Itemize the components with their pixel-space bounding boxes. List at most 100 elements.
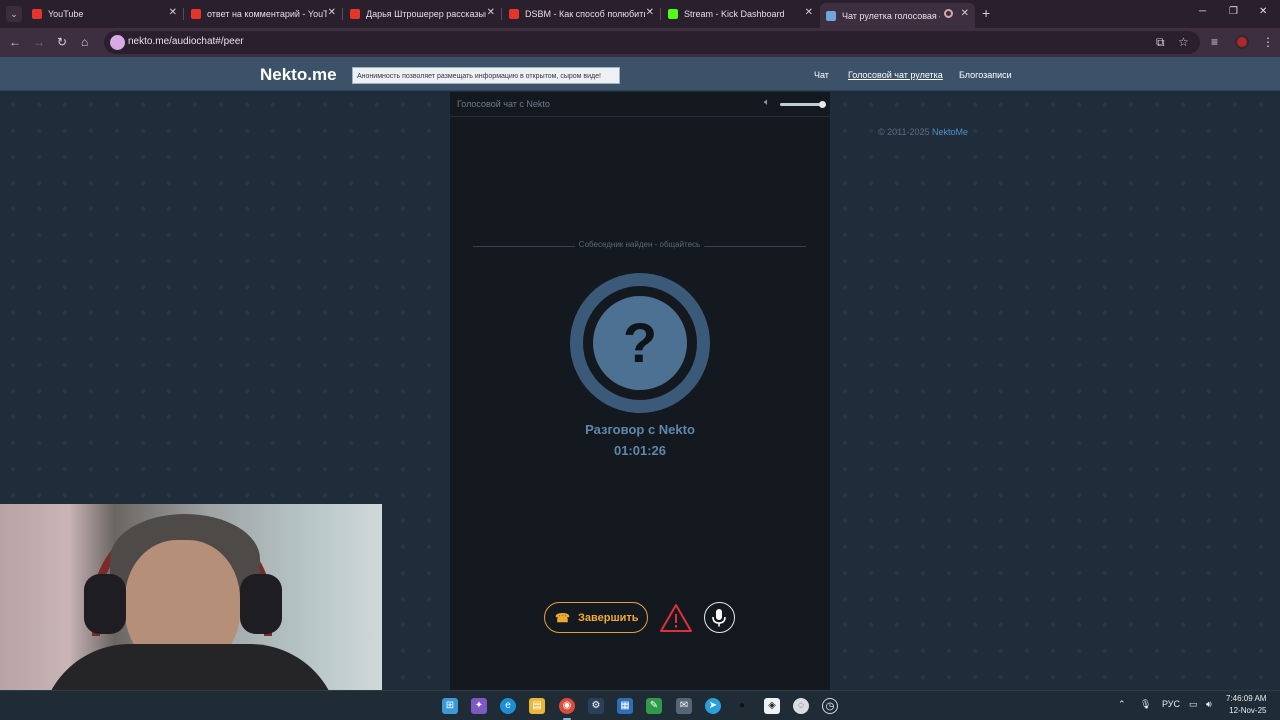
tab-title: Чат рулетка голосовая — N (842, 10, 940, 21)
tab-divider (342, 8, 343, 20)
panel-header: Голосовой чат с Nekto 🔈︎ (450, 92, 830, 117)
close-window-icon[interactable]: ✕ (1259, 6, 1267, 17)
status-divider: Собеседник найден - общайтесь (473, 240, 806, 252)
windows-taskbar: ⊞ ✦ e ▤ ◉ ⚙ ▦ ✎ ✉ ➤ ● ◈ ◌ ◷ ⌃ 🎙︎ РУС ▭ 🔊… (0, 690, 1280, 720)
youtube-icon (350, 9, 360, 19)
tab-youtube[interactable]: YouTube ✕ (32, 4, 177, 24)
url-text: nekto.me/audiochat#/peer (128, 36, 244, 47)
report-button[interactable] (659, 603, 693, 633)
minimize-icon[interactable]: ─ (1199, 6, 1206, 17)
recording-icon (944, 9, 953, 18)
close-tab-icon[interactable]: ✕ (961, 8, 969, 19)
mic-toggle-button[interactable] (704, 602, 735, 633)
tab-divider (501, 8, 502, 20)
close-tab-icon[interactable]: ✕ (646, 7, 654, 18)
chrome-icon[interactable]: ◉ (559, 698, 575, 720)
clock-date: 12-Nov-25 (1229, 706, 1267, 715)
webcam-overlay (0, 504, 382, 720)
clock-app-icon[interactable]: ◷ (822, 698, 838, 714)
tab-reply-comment[interactable]: ответ на комментарий - YouTube ✕ (191, 4, 336, 24)
install-app-icon[interactable]: ⧉ (1156, 35, 1165, 50)
notepad-icon[interactable]: ✎ (646, 698, 662, 714)
browser-toolbar: ← → ↻ ⌂ nekto.me/audiochat#/peer ⧉ ☆ ≡ ⋮ (0, 28, 1280, 57)
steam-icon[interactable]: ⚙ (588, 698, 604, 714)
tab-title: ответ на комментарий - YouTube (207, 9, 327, 19)
site-logo[interactable]: Nekto.me (260, 65, 337, 85)
anonymity-notice: Анонимность позволяет размещать информац… (352, 67, 620, 84)
store-icon[interactable]: ▦ (617, 698, 633, 714)
home-icon[interactable]: ⌂ (81, 35, 88, 49)
bookmark-star-icon[interactable]: ☆ (1178, 35, 1189, 49)
tab-title: YouTube (48, 9, 84, 19)
nav-voice-roulette[interactable]: Голосовой чат рулетка (848, 70, 943, 80)
tab-search-icon[interactable]: ⌄ (6, 6, 22, 22)
system-clock[interactable]: 7:46:09 AM 12-Nov-25 (1226, 693, 1266, 717)
nav-blog[interactable]: Блогозаписи (959, 70, 1012, 80)
start-icon[interactable]: ⊞ (442, 698, 458, 714)
profile-avatar[interactable] (1235, 35, 1249, 49)
copyright-link[interactable]: NektoMe (932, 127, 968, 137)
new-tab-icon[interactable]: + (982, 5, 990, 21)
peer-avatar: ? (570, 273, 710, 413)
headphone-right (240, 574, 282, 634)
hang-up-icon: ☎ (555, 611, 570, 625)
headphone-left (84, 574, 126, 634)
tray-mic-icon[interactable]: 🎙︎ (1140, 699, 1151, 710)
language-indicator[interactable]: РУС (1162, 699, 1180, 709)
telegram-icon[interactable]: ➤ (705, 698, 721, 714)
site-info-icon[interactable] (110, 35, 125, 50)
address-bar[interactable]: nekto.me/audiochat#/peer ⧉ ☆ (104, 31, 1200, 54)
tab-divider (183, 8, 184, 20)
connection-status: Собеседник найден - общайтесь (574, 240, 705, 249)
close-tab-icon[interactable]: ✕ (169, 7, 177, 18)
mic-app-icon[interactable]: ● (734, 698, 750, 714)
menu-icon[interactable]: ⋮ (1262, 35, 1274, 49)
avatar-ring: ? (583, 286, 697, 400)
network-icon[interactable]: ▭ (1189, 699, 1198, 710)
reload-icon[interactable]: ↻ (57, 35, 67, 49)
kick-icon (668, 9, 678, 19)
volume-fill (780, 103, 822, 106)
file-explorer-icon[interactable]: ▤ (529, 698, 545, 714)
copilot-icon[interactable]: ✦ (471, 698, 487, 714)
conversation-label: Разговор с Nekto (585, 422, 695, 437)
tab-dsbm[interactable]: DSBM - Как способ полюбить ✕ (509, 4, 654, 24)
copyright-years: © 2011-2025 (878, 127, 930, 137)
nekto-icon (826, 10, 836, 21)
microphone-icon (712, 609, 726, 627)
restore-icon[interactable]: ❐ (1229, 6, 1238, 17)
youtube-icon (509, 9, 519, 19)
back-icon[interactable]: ← (9, 35, 21, 49)
tab-title: DSBM - Как способ полюбить (525, 9, 645, 19)
end-call-label: Завершить (578, 612, 639, 624)
settings-app-icon[interactable]: ◌ (793, 698, 809, 714)
panel-title: Голосовой чат с Nekto (457, 99, 550, 109)
tab-daria[interactable]: Дарья Штрошерер рассказыв ✕ (350, 4, 495, 24)
close-tab-icon[interactable]: ✕ (487, 7, 495, 18)
volume-icon[interactable]: 🔈︎ (764, 97, 770, 108)
speaker-icon[interactable]: 🔊︎ (1206, 699, 1212, 710)
question-mark-icon: ? (622, 311, 658, 374)
tab-title: Stream - Kick Dashboard (684, 9, 785, 19)
copyright: © 2011-2025 NektoMe (878, 127, 968, 137)
avatar-core: ? (593, 296, 687, 390)
clock-time: 7:46:09 AM (1226, 694, 1267, 703)
volume-slider[interactable] (780, 101, 826, 108)
nav-chat[interactable]: Чат (814, 70, 829, 80)
edge-icon[interactable]: e (500, 698, 516, 714)
forward-icon[interactable]: → (33, 35, 45, 49)
tray-overflow-icon[interactable]: ⌃ (1118, 699, 1126, 710)
volume-handle[interactable] (819, 101, 826, 108)
voice-chat-panel: Голосовой чат с Nekto 🔈︎ Собеседник найд… (450, 92, 830, 690)
media-control-icon[interactable]: ≡ (1211, 35, 1218, 49)
site-header: Nekto.me Анонимность позволяет размещать… (0, 57, 1280, 91)
obs-icon[interactable]: ◈ (764, 698, 780, 714)
youtube-icon (32, 9, 42, 19)
mail-icon[interactable]: ✉ (676, 698, 692, 714)
browser-tab-strip: ⌄ YouTube ✕ ответ на комментарий - YouTu… (0, 0, 1280, 28)
warning-icon (660, 604, 692, 632)
tab-kick-dashboard[interactable]: Stream - Kick Dashboard ✕ (668, 4, 813, 24)
end-call-button[interactable]: ☎ Завершить (544, 602, 648, 633)
close-tab-icon[interactable]: ✕ (328, 7, 336, 18)
close-tab-icon[interactable]: ✕ (805, 7, 813, 18)
